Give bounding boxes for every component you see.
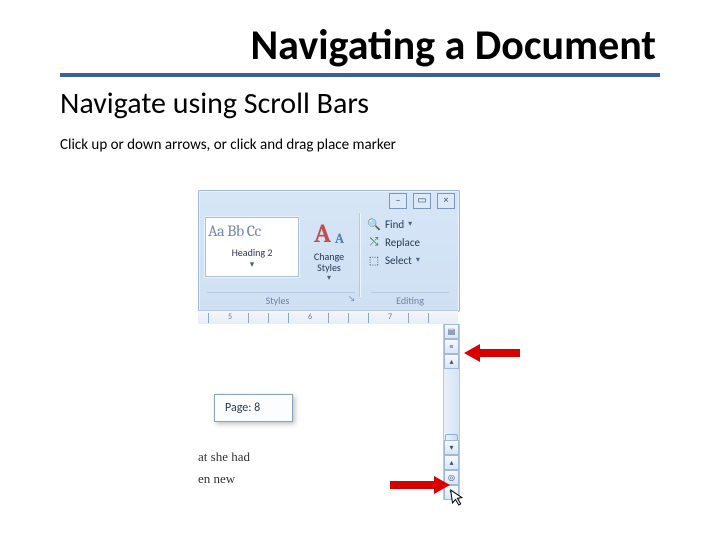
close-button[interactable]: × bbox=[437, 193, 455, 209]
doc-line: en new bbox=[198, 468, 250, 490]
doc-line: at she had bbox=[198, 446, 250, 468]
find-button[interactable]: 🔍 Find ▾ bbox=[367, 215, 453, 233]
split-window-button[interactable]: ▤ bbox=[444, 324, 459, 339]
document-text-fragment: at she had en new bbox=[198, 446, 250, 490]
replace-button[interactable]: ⤭ Replace bbox=[367, 233, 453, 251]
slide-title: Navigating a Document bbox=[60, 20, 660, 77]
previous-page-button[interactable]: ▴ bbox=[444, 455, 459, 470]
group-editing-label: Editing bbox=[371, 292, 449, 307]
find-icon: 🔍 bbox=[367, 217, 381, 231]
callout-arrow-top bbox=[464, 342, 520, 364]
window-controls: – ▭ × bbox=[389, 193, 455, 209]
editing-group: 🔍 Find ▾ ⤭ Replace ⬚ Select ▾ bbox=[367, 215, 453, 269]
select-icon: ⬚ bbox=[367, 253, 381, 267]
change-styles-dropdown-icon[interactable]: ▾ bbox=[303, 273, 355, 283]
screenshot-mock: – ▭ × Aa Bb Cc Heading 2 ▾ AA Change Sty… bbox=[198, 190, 522, 500]
restore-button[interactable]: ▭ bbox=[413, 193, 431, 209]
scroll-down-arrow[interactable]: ▾ bbox=[444, 440, 459, 455]
group-styles-label: Styles ↘ bbox=[207, 292, 355, 307]
change-styles-label: Change Styles bbox=[303, 251, 355, 273]
word-ribbon: – ▭ × Aa Bb Cc Heading 2 ▾ AA Change Sty… bbox=[198, 190, 460, 312]
select-label: Select bbox=[385, 254, 412, 267]
style-preview: Aa Bb Cc bbox=[206, 218, 298, 240]
ruler-toggle-button[interactable]: ≡ bbox=[444, 339, 459, 354]
ribbon-separator bbox=[359, 213, 361, 297]
select-button[interactable]: ⬚ Select ▾ bbox=[367, 251, 453, 269]
slide-subtitle: Navigate using Scroll Bars bbox=[60, 85, 660, 122]
style-name: Heading 2 bbox=[206, 246, 298, 259]
replace-label: Replace bbox=[385, 236, 420, 249]
callout-arrow-bottom bbox=[390, 474, 450, 496]
styles-gallery[interactable]: Aa Bb Cc Heading 2 ▾ bbox=[205, 217, 299, 277]
scroll-up-arrow[interactable]: ▴ bbox=[444, 354, 459, 369]
styles-dialog-launcher-icon[interactable]: ↘ bbox=[348, 294, 355, 304]
slide-instruction: Click up or down arrows, or click and dr… bbox=[60, 136, 660, 154]
ruler-number: 7 bbox=[388, 312, 392, 322]
replace-icon: ⤭ bbox=[367, 235, 381, 249]
select-dropdown-icon[interactable]: ▾ bbox=[416, 255, 420, 265]
change-styles-button[interactable]: AA Change Styles ▾ bbox=[303, 217, 355, 279]
change-styles-icon: AA bbox=[312, 217, 346, 251]
find-dropdown-icon[interactable]: ▾ bbox=[408, 219, 412, 229]
scroll-tooltip: Page: 8 bbox=[214, 394, 293, 422]
style-expand-icon[interactable]: ▾ bbox=[206, 259, 298, 270]
ruler-number: 5 bbox=[228, 312, 232, 322]
find-label: Find bbox=[385, 218, 404, 231]
ruler-number: 6 bbox=[308, 312, 312, 322]
minimize-button[interactable]: – bbox=[389, 193, 407, 209]
